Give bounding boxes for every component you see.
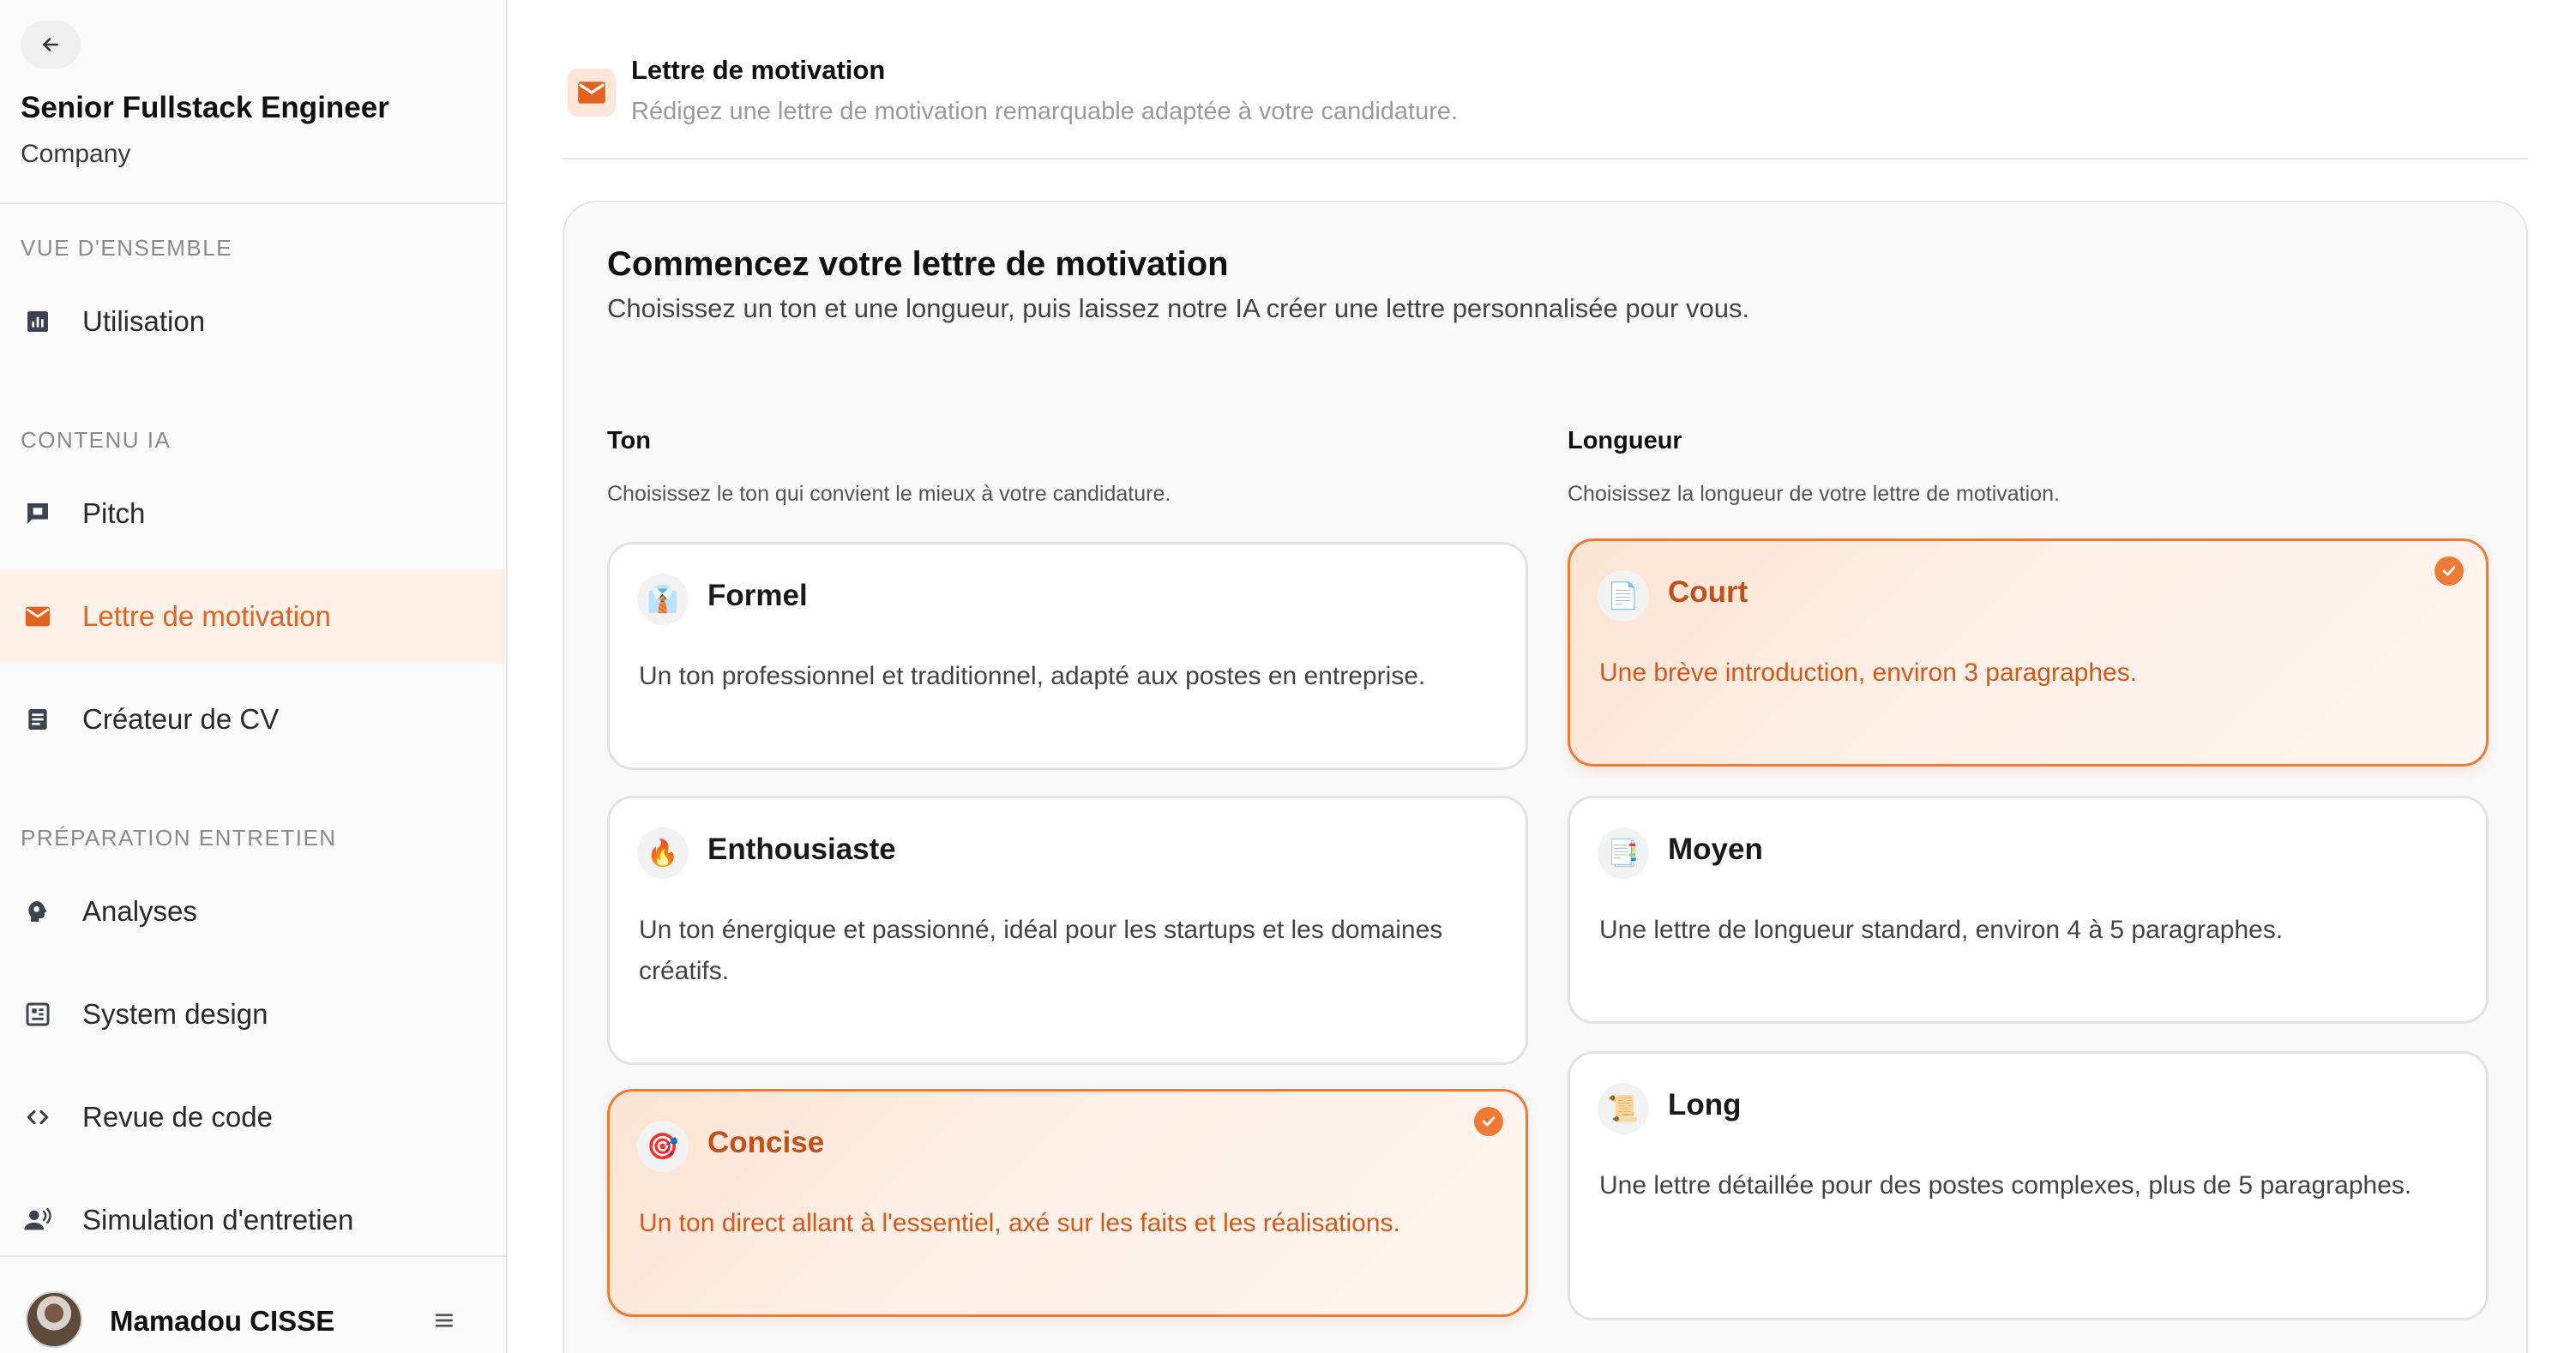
length-hint: Choisissez la longueur de votre lettre d… [1568,482,2060,506]
sidebar-item-code-review[interactable]: Revue de code [0,1070,506,1164]
sidebar: Senior Fullstack Engineer Company VUE D'… [0,0,508,1353]
option-description: Une lettre de longueur standard, environ… [1599,916,2284,944]
sidebar-item-label: Revue de code [82,1101,273,1133]
cover-letter-setup-panel: Commencez votre lettre de motivation Cho… [563,201,2528,1353]
fire-icon: 🔥 [637,827,689,879]
sidebar-item-cv-builder[interactable]: Créateur de CV [0,672,506,767]
section-label-ai-content: CONTENU IA [21,427,172,453]
document-icon [21,702,55,737]
option-description: Une brève introduction, environ 3 paragr… [1599,658,2138,687]
option-title: Concise [707,1126,825,1159]
option-title: Moyen [1668,833,1763,866]
sidebar-item-label: Simulation d'entretien [82,1204,354,1236]
page-subtitle: Rédigez une lettre de motivation remarqu… [631,98,1459,125]
sidebar-item-label: System design [82,998,268,1030]
panel-title: Commencez votre lettre de motivation [607,245,1229,283]
option-description: Un ton direct allant à l'essentiel, axé … [639,1209,1400,1237]
app-root: Senior Fullstack Engineer Company VUE D'… [0,0,2576,1353]
tone-option-enthousiaste[interactable]: 🔥 Enthousiaste Un ton énergique et passi… [607,796,1528,1065]
arrow-left-icon [43,38,58,51]
length-option-court[interactable]: 📄 Court Une brève introduction, environ … [1568,538,2489,767]
panel-subtitle: Choisissez un ton et une longueur, puis … [607,293,1750,323]
header-divider [563,158,2528,159]
length-option-long[interactable]: 📜 Long Une lettre détaillée pour des pos… [1568,1051,2489,1320]
check-icon [1474,1107,1503,1136]
necktie-icon: 👔 [637,574,689,625]
sidebar-item-label: Analyses [82,895,197,927]
option-description: Une lettre détaillée pour des postes com… [1599,1171,2412,1200]
job-title: Senior Fullstack Engineer [21,91,389,124]
option-title: Long [1668,1088,1742,1121]
target-icon: 🎯 [637,1121,689,1172]
option-title: Formel [707,579,808,612]
mail-icon [568,69,616,117]
tone-label: Ton [607,427,651,454]
option-description: Un ton énergique et passionné, idéal pou… [639,916,1443,985]
check-icon [2435,556,2464,586]
scroll-icon: 📜 [1598,1083,1649,1134]
chart-icon [21,304,55,339]
tone-option-concise[interactable]: 🎯 Concise Un ton direct allant à l'essen… [607,1089,1528,1317]
tone-hint: Choisissez le ton qui convient le mieux … [607,482,1171,506]
brain-icon [21,894,55,929]
sidebar-item-label: Pitch [82,497,146,529]
sidebar-item-label: Utilisation [82,305,206,337]
tone-option-formel[interactable]: 👔 Formel Un ton professionnel et traditi… [607,542,1528,770]
sidebar-item-label: Lettre de motivation [82,600,331,632]
sidebar-item-system-design[interactable]: System design [0,967,506,1061]
mail-icon [21,599,55,634]
job-company: Company [21,140,131,168]
sidebar-divider [0,202,508,204]
option-title: Court [1668,575,1748,609]
user-name: Mamadou CISSE [110,1305,335,1337]
section-label-interview-prep: PRÉPARATION ENTRETIEN [21,825,337,851]
back-button[interactable] [21,21,81,69]
code-icon [21,1100,55,1134]
user-profile[interactable]: Mamadou CISSE [0,1255,506,1353]
menu-icon[interactable] [429,1305,460,1336]
option-description: Un ton professionnel et traditionnel, ad… [639,662,1426,690]
sidebar-item-pitch[interactable]: Pitch [0,466,506,561]
sidebar-item-cover-letter[interactable]: Lettre de motivation [0,569,506,664]
option-title: Enthousiaste [707,833,896,866]
pages-icon: 📑 [1598,827,1649,879]
chat-icon [21,496,55,531]
length-label: Longueur [1568,427,1682,454]
dashboard-icon [21,997,55,1031]
main-content: Lettre de motivation Rédigez une lettre … [508,0,2576,1353]
avatar [26,1291,82,1348]
page-title: Lettre de motivation [631,55,886,85]
page-icon: 📄 [1598,570,1649,622]
sidebar-item-analyses[interactable]: Analyses [0,864,506,959]
sidebar-item-usage[interactable]: Utilisation [0,274,506,369]
sidebar-item-label: Créateur de CV [82,703,280,735]
voice-person-icon [21,1203,55,1237]
section-label-overview: VUE D'ENSEMBLE [21,235,233,261]
sidebar-item-interview-sim[interactable]: Simulation d'entretien [0,1173,506,1267]
length-option-moyen[interactable]: 📑 Moyen Une lettre de longueur standard,… [1568,796,2489,1024]
